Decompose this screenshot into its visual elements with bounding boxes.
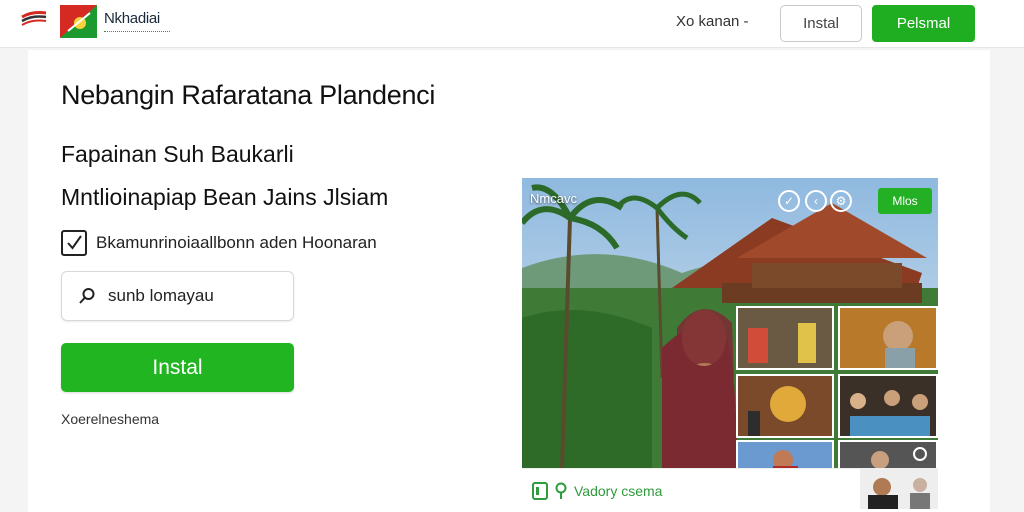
search-input[interactable]: [108, 286, 278, 306]
media-badge[interactable]: Mlos: [878, 188, 932, 214]
top-navbar: Nkhadiai Xo kanan - Instal Pelsmal: [0, 0, 1024, 48]
thumbnail-image: [738, 442, 832, 468]
thumbnail[interactable]: [838, 374, 938, 438]
thumbnail-image: [840, 442, 936, 468]
logo-swoosh-icon: [21, 11, 47, 26]
subtitle-primary: Fapainan Suh Baukarli: [61, 141, 294, 167]
media-caption-bar: Vadory csema: [522, 468, 938, 512]
settings-icon[interactable]: ⚙: [830, 190, 852, 212]
thumbnail[interactable]: [736, 306, 834, 370]
avatar-image: [860, 469, 938, 509]
media-preview[interactable]: Nmcavc ✓ ‹ ⚙ Mlos: [522, 178, 938, 468]
media-label: Nmcavc: [530, 191, 577, 206]
subtitle-secondary: Mntlioinapiap Bean Jains Jlsiam: [61, 184, 389, 210]
consent-checkbox-label: Bkamunrinoiaallbonn aden Hoonaran: [96, 233, 377, 252]
thumbnail[interactable]: [736, 440, 834, 468]
check-icon[interactable]: ✓: [778, 190, 800, 212]
media-caption-text: Vadory csema: [574, 483, 663, 499]
thumbnail[interactable]: [838, 306, 938, 370]
brand-flag-logo: [60, 5, 97, 38]
install-button[interactable]: Instal: [61, 343, 294, 392]
page-title: Nebangin Rafaratana Plandenci: [61, 80, 436, 110]
brand-underline: [104, 31, 170, 33]
consent-checkbox[interactable]: [61, 230, 87, 256]
thumbnail-image: [738, 308, 832, 368]
avatar[interactable]: [860, 469, 938, 509]
thumbnail[interactable]: [736, 374, 834, 438]
header-install-button[interactable]: Instal: [780, 5, 862, 42]
checkmark-icon: [67, 235, 82, 250]
header-primary-button[interactable]: Pelsmal: [872, 5, 975, 42]
footnote-text: Xoerelneshema: [61, 411, 160, 427]
consent-checkbox-row[interactable]: Bkamunrinoiaallbonn aden Hoonaran: [61, 230, 377, 256]
brand-name: Nkhadiai: [104, 10, 160, 27]
thumbnail-image: [840, 308, 936, 368]
back-icon[interactable]: ‹: [805, 190, 827, 212]
calendar-icon: [532, 482, 548, 500]
pin-icon: [555, 482, 567, 499]
thumbnail-image: [840, 376, 936, 436]
search-icon: [79, 288, 95, 304]
thumbnail-image: [738, 376, 832, 436]
thumbnail[interactable]: [838, 440, 938, 468]
search-box[interactable]: [61, 271, 294, 321]
language-link[interactable]: Xo kanan -: [676, 13, 749, 30]
